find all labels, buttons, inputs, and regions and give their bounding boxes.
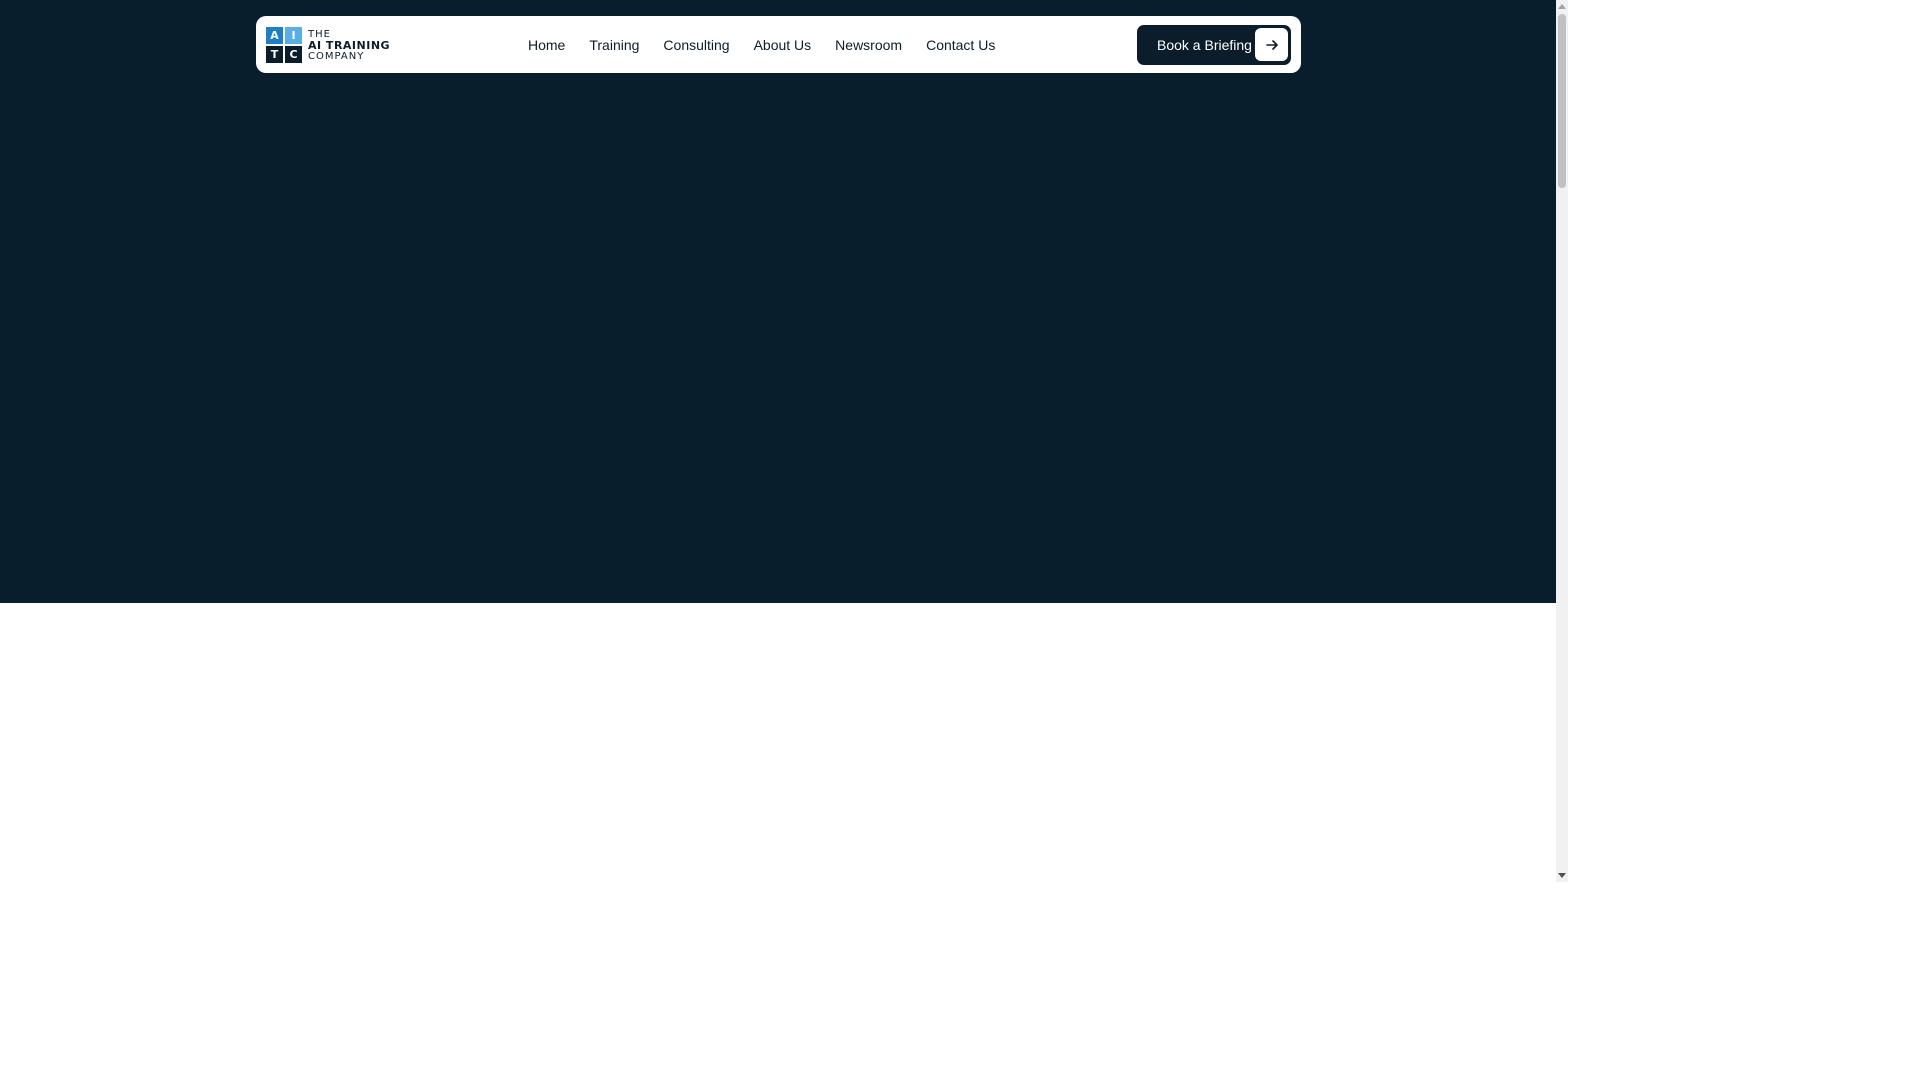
hero-section: A I T C THE AI TRAINING COMPANY Home Tra…: [0, 0, 1556, 603]
scroll-down-arrow-icon[interactable]: [1556, 870, 1568, 882]
logo-mark: A I T C: [266, 27, 302, 63]
navbar: A I T C THE AI TRAINING COMPANY Home Tra…: [256, 16, 1301, 73]
logo-line-2: AI TRAINING: [308, 38, 391, 52]
page-scrollbar[interactable]: [1556, 0, 1568, 882]
nav-link-training[interactable]: Training: [589, 37, 639, 53]
book-briefing-button[interactable]: Book a Briefing: [1137, 25, 1291, 65]
logo-cell-t: T: [266, 46, 283, 63]
book-briefing-label: Book a Briefing: [1157, 37, 1252, 53]
logo-cell-c: C: [285, 46, 302, 63]
logo-cell-a: A: [266, 27, 283, 44]
nav-link-contact-us[interactable]: Contact Us: [926, 37, 995, 53]
nav-link-consulting[interactable]: Consulting: [663, 37, 729, 53]
nav-links: Home Training Consulting About Us Newsro…: [528, 16, 1019, 73]
scroll-up-arrow-icon[interactable]: [1556, 0, 1568, 12]
arrow-right-icon: [1255, 28, 1288, 61]
logo-wordmark: THE AI TRAINING COMPANY: [308, 29, 390, 62]
logo-line-1: THE: [308, 28, 331, 40]
nav-link-home[interactable]: Home: [528, 37, 565, 53]
nav-link-newsroom[interactable]: Newsroom: [835, 37, 902, 53]
logo-cell-i: I: [285, 27, 302, 44]
scrollbar-thumb[interactable]: [1558, 14, 1566, 188]
company-logo[interactable]: A I T C THE AI TRAINING COMPANY: [266, 27, 390, 63]
nav-link-about-us[interactable]: About Us: [754, 37, 812, 53]
page: A I T C THE AI TRAINING COMPANY Home Tra…: [0, 0, 1556, 882]
logo-line-3: COMPANY: [308, 50, 365, 62]
